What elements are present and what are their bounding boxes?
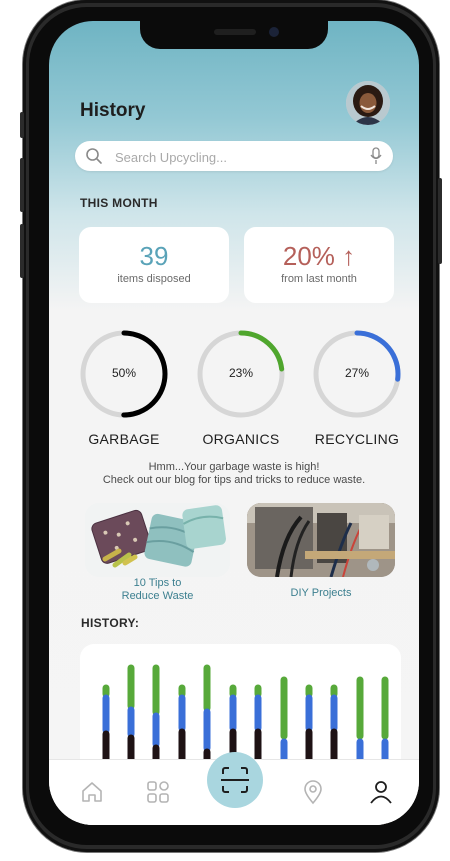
change-from-last-month-card[interactable]: 20% ↑ from last month [244, 227, 394, 303]
advice-line-1: Hmm...Your garbage waste is high! [148, 461, 320, 473]
section-history: HISTORY: [81, 616, 140, 630]
change-caption: from last month [281, 273, 357, 285]
section-this-month: THIS MONTH [80, 196, 158, 210]
diy-workshop-image [247, 503, 395, 577]
change-percent-value: 20% [282, 241, 335, 271]
scan-button[interactable] [207, 752, 263, 808]
volume-up-button [20, 158, 24, 212]
profile-icon [370, 781, 392, 804]
items-disposed-caption: items disposed [117, 273, 191, 285]
advice-text: Hmm...Your garbage waste is high! Check … [49, 461, 419, 487]
notch [140, 21, 328, 49]
scan-icon [221, 767, 249, 793]
items-disposed-card[interactable]: 39 items disposed [79, 227, 229, 303]
speaker-grille [214, 29, 256, 35]
reusable-bags-image [85, 503, 230, 577]
page-title: History [80, 100, 146, 121]
organics-percent: 23% [228, 366, 254, 380]
recycling-ring[interactable]: 27% [312, 329, 402, 419]
mute-switch [20, 112, 24, 138]
tab-profile[interactable] [367, 778, 395, 806]
app-screen: History THIS MONTH 39 items disposed 20%… [49, 21, 419, 825]
advice-line-2: Check out our blog for tips and tricks t… [102, 474, 366, 486]
garbage-ring[interactable]: 50% [79, 329, 169, 419]
volume-down-button [20, 224, 24, 278]
blog-card-diy-projects[interactable] [247, 503, 395, 577]
organics-label: ORGANICS [202, 431, 280, 447]
recycling-percent: 27% [344, 366, 370, 380]
blog-caption-line-1: DIY Projects [290, 587, 352, 599]
blog-caption-reduce-waste[interactable]: 10 Tips to Reduce Waste [85, 577, 230, 603]
blog-caption-diy-projects[interactable]: DIY Projects [247, 587, 395, 600]
blog-caption-line-1: 10 Tips to [133, 577, 182, 589]
items-disposed-value: 39 [139, 241, 169, 271]
power-button [438, 178, 442, 264]
search-icon [86, 148, 102, 164]
garbage-percent: 50% [111, 366, 137, 380]
microphone-icon[interactable] [369, 147, 383, 165]
tab-categories[interactable] [144, 778, 172, 806]
blog-caption-line-2: Reduce Waste [121, 590, 194, 602]
tab-home[interactable] [78, 778, 106, 806]
tab-locations[interactable] [299, 778, 327, 806]
search-input[interactable] [113, 145, 357, 169]
avatar-photo-icon [346, 81, 390, 125]
grid-icon [147, 781, 169, 803]
organics-ring[interactable]: 23% [196, 329, 286, 419]
recycling-label: RECYCLING [314, 431, 400, 447]
home-icon [82, 782, 102, 802]
blog-card-reduce-waste[interactable] [85, 503, 230, 577]
garbage-label: GARBAGE [88, 431, 160, 447]
avatar[interactable] [346, 81, 390, 125]
front-camera [269, 27, 279, 37]
arrow-up-icon: ↑ [342, 241, 356, 271]
location-pin-icon [304, 780, 322, 805]
search-bar[interactable] [75, 141, 393, 171]
